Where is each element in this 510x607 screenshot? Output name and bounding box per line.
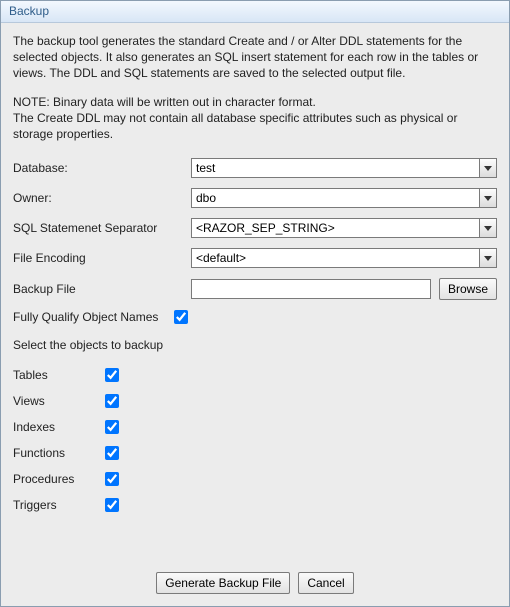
separator-row: SQL Statemenet Separator <box>13 218 497 238</box>
database-dropdown-button[interactable] <box>479 158 497 178</box>
indexes-row: Indexes <box>13 420 497 434</box>
encoding-input[interactable] <box>191 248 479 268</box>
browse-button[interactable]: Browse <box>439 278 497 300</box>
owner-row: Owner: <box>13 188 497 208</box>
backup-file-input[interactable] <box>191 279 431 299</box>
separator-label: SQL Statemenet Separator <box>13 221 191 235</box>
separator-input[interactable] <box>191 218 479 238</box>
database-row: Database: <box>13 158 497 178</box>
triggers-row: Triggers <box>13 498 497 512</box>
triggers-checkbox[interactable] <box>105 498 119 512</box>
owner-input[interactable] <box>191 188 479 208</box>
backup-dialog: Backup The backup tool generates the sta… <box>0 0 510 607</box>
chevron-down-icon <box>484 256 492 261</box>
encoding-dropdown-button[interactable] <box>479 248 497 268</box>
encoding-row: File Encoding <box>13 248 497 268</box>
objects-heading: Select the objects to backup <box>13 338 497 352</box>
chevron-down-icon <box>484 166 492 171</box>
encoding-combo[interactable] <box>191 248 497 268</box>
dialog-content: The backup tool generates the standard C… <box>1 23 509 564</box>
views-row: Views <box>13 394 497 408</box>
database-input[interactable] <box>191 158 479 178</box>
views-label: Views <box>13 394 105 408</box>
encoding-label: File Encoding <box>13 251 191 265</box>
note-text: NOTE: Binary data will be written out in… <box>13 94 497 143</box>
owner-dropdown-button[interactable] <box>479 188 497 208</box>
backup-file-label: Backup File <box>13 282 191 296</box>
separator-combo[interactable] <box>191 218 497 238</box>
procedures-label: Procedures <box>13 472 105 486</box>
tables-label: Tables <box>13 368 105 382</box>
views-checkbox[interactable] <box>105 394 119 408</box>
fully-qualify-checkbox[interactable] <box>174 310 188 324</box>
objects-group: Tables Views Indexes Functions Procedure… <box>13 368 497 512</box>
database-label: Database: <box>13 161 191 175</box>
chevron-down-icon <box>484 226 492 231</box>
procedures-row: Procedures <box>13 472 497 486</box>
backup-file-row: Backup File Browse <box>13 278 497 300</box>
procedures-checkbox[interactable] <box>105 472 119 486</box>
cancel-button[interactable]: Cancel <box>298 572 353 594</box>
generate-button[interactable]: Generate Backup File <box>156 572 290 594</box>
owner-label: Owner: <box>13 191 191 205</box>
functions-checkbox[interactable] <box>105 446 119 460</box>
functions-label: Functions <box>13 446 105 460</box>
window-title: Backup <box>1 1 509 23</box>
triggers-label: Triggers <box>13 498 105 512</box>
separator-dropdown-button[interactable] <box>479 218 497 238</box>
fully-qualify-label: Fully Qualify Object Names <box>13 310 162 324</box>
description-text: The backup tool generates the standard C… <box>13 33 497 82</box>
tables-checkbox[interactable] <box>105 368 119 382</box>
functions-row: Functions <box>13 446 497 460</box>
fully-qualify-row: Fully Qualify Object Names <box>13 310 497 324</box>
tables-row: Tables <box>13 368 497 382</box>
chevron-down-icon <box>484 196 492 201</box>
form-area: Database: Owner: <box>13 158 497 524</box>
database-combo[interactable] <box>191 158 497 178</box>
indexes-label: Indexes <box>13 420 105 434</box>
indexes-checkbox[interactable] <box>105 420 119 434</box>
owner-combo[interactable] <box>191 188 497 208</box>
dialog-footer: Generate Backup File Cancel <box>1 564 509 606</box>
